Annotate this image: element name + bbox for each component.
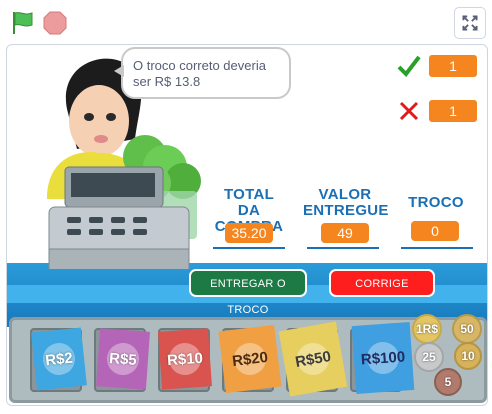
coin-50[interactable]: 50 xyxy=(452,314,482,344)
coin-1-real[interactable]: 1R$ xyxy=(412,314,442,344)
deliver-change-button[interactable]: ENTREGAR O TROCO xyxy=(189,269,307,316)
coin-25[interactable]: 25 xyxy=(414,342,444,372)
total-underline xyxy=(213,247,285,249)
coin-10[interactable]: 10 xyxy=(454,342,482,370)
note-50[interactable]: R$50 xyxy=(278,321,348,397)
cross-icon xyxy=(399,101,419,121)
change-value[interactable]: 0 xyxy=(411,221,459,241)
given-label: VALOR ENTREGUE xyxy=(303,186,389,219)
note-100-label: R$100 xyxy=(360,340,406,376)
note-10-label: R$10 xyxy=(167,341,203,377)
fullscreen-button[interactable] xyxy=(454,7,486,39)
note-5-label: R$5 xyxy=(105,341,141,377)
note-2[interactable]: R$2 xyxy=(31,327,87,391)
player-toolbar xyxy=(0,0,492,44)
note-10[interactable]: R$10 xyxy=(158,328,212,390)
given-value: 49 xyxy=(321,223,369,243)
note-50-label: R$50 xyxy=(294,340,332,378)
note-20[interactable]: R$20 xyxy=(218,324,282,394)
stop-icon[interactable] xyxy=(42,10,68,36)
change-underline xyxy=(401,247,473,249)
correct-counter: 1 xyxy=(429,55,477,77)
wrong-counter: 1 xyxy=(429,100,477,122)
note-100[interactable]: R$100 xyxy=(351,322,415,394)
fullscreen-icon xyxy=(462,15,478,31)
given-underline xyxy=(307,247,379,249)
green-flag-icon[interactable] xyxy=(10,10,36,36)
speech-bubble: O troco correto deveria ser R$ 13.8 xyxy=(114,47,291,99)
change-label: TROCO xyxy=(408,194,464,211)
correct-button[interactable]: CORRIGE xyxy=(329,269,435,297)
coin-5[interactable]: 5 xyxy=(434,368,462,396)
check-icon xyxy=(397,55,421,77)
note-2-label: R$2 xyxy=(41,341,77,377)
money-tray: R$2 R$5 R$10 R$20 R$50 R$100 1R$ 50 25 1… xyxy=(9,314,487,403)
note-5[interactable]: R$5 xyxy=(96,328,150,390)
game-stage: O troco correto deveria ser R$ 13.8 1 1 … xyxy=(6,44,488,406)
note-20-label: R$20 xyxy=(231,341,269,377)
total-value: 35.20 xyxy=(225,223,273,243)
